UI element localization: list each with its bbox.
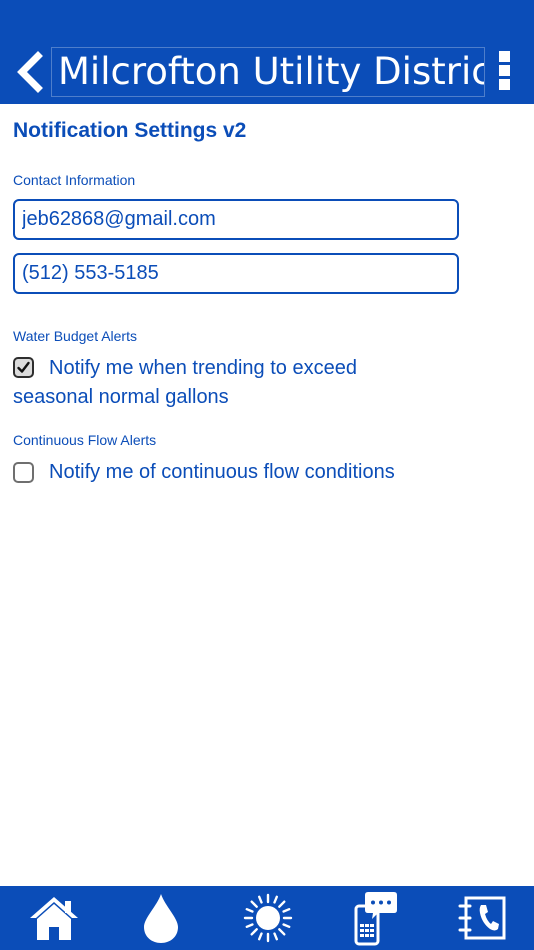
home-icon [30,897,78,940]
nav-home-button[interactable] [26,890,82,946]
bottom-nav-bar [0,886,534,950]
contact-information-label: Contact Information [13,172,136,188]
app-title-box: Milcrofton Utility District [51,47,485,97]
water-budget-alerts-label: Water Budget Alerts [13,328,137,344]
app-header: Milcrofton Utility District [0,0,534,104]
continuous-flow-option-label[interactable]: Notify me of continuous flow conditions [13,458,433,487]
chevron-left-icon [17,51,43,93]
nav-contact-button[interactable] [454,890,510,946]
more-vertical-icon[interactable] [494,48,516,92]
phone-field[interactable] [13,253,459,294]
water-drop-icon [144,894,178,943]
nav-weather-button[interactable] [240,890,296,946]
water-budget-option-label[interactable]: Notify me when trending to exceed season… [13,354,433,412]
page-title: Notification Settings v2 [13,119,247,142]
app-title: Milcrofton Utility District [58,50,485,93]
nav-water-usage-button[interactable] [133,890,189,946]
sun-icon [243,893,293,943]
email-field[interactable] [13,199,459,240]
chat-phone-icon [354,892,397,946]
continuous-flow-alerts-label: Continuous Flow Alerts [13,432,157,448]
back-button[interactable] [12,50,48,94]
contact-book-icon [458,896,506,940]
nav-messages-button[interactable] [347,890,403,946]
